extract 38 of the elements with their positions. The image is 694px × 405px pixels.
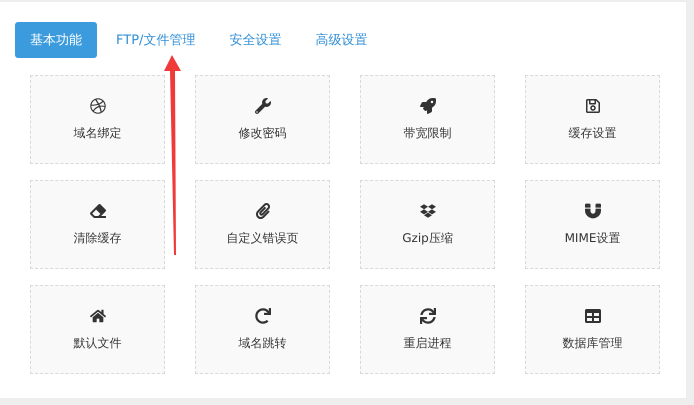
magnet-icon bbox=[584, 202, 600, 218]
function-tile[interactable]: 缓存设置 bbox=[525, 75, 660, 164]
function-tile[interactable]: 域名跳转 bbox=[195, 285, 330, 374]
tile-label: 自定义错误页 bbox=[226, 230, 298, 246]
tile-label: 默认文件 bbox=[74, 334, 122, 352]
function-tile[interactable]: 数据库管理 bbox=[525, 285, 660, 374]
tile-label: 重启进程 bbox=[404, 334, 452, 352]
function-tile[interactable]: 修改密码 bbox=[195, 75, 330, 164]
tile-label: 缓存设置 bbox=[568, 124, 616, 142]
tile-label: 修改密码 bbox=[238, 124, 286, 142]
tile-label: Gzip压缩 bbox=[402, 230, 453, 246]
function-tile[interactable]: 默认文件 bbox=[30, 285, 165, 374]
basketball-icon bbox=[90, 98, 106, 114]
rocket-icon bbox=[420, 98, 436, 114]
function-tile[interactable]: 域名绑定 bbox=[30, 75, 165, 164]
function-tile[interactable]: 自定义错误页 bbox=[195, 180, 330, 269]
tab[interactable]: 安全设置 bbox=[214, 22, 296, 58]
eraser-icon bbox=[90, 202, 106, 218]
function-tile[interactable]: 带宽限制 bbox=[360, 75, 495, 164]
function-tile[interactable]: MIME设置 bbox=[525, 180, 660, 269]
paperclip-icon bbox=[254, 202, 270, 218]
tile-label: 数据库管理 bbox=[562, 334, 622, 352]
table-icon bbox=[584, 308, 600, 324]
tile-label: MIME设置 bbox=[564, 230, 620, 246]
boxes-icon bbox=[420, 202, 436, 218]
tile-label: 带宽限制 bbox=[404, 124, 452, 142]
wrench-icon bbox=[254, 98, 270, 114]
refresh-icon bbox=[420, 308, 436, 324]
tile-label: 域名绑定 bbox=[74, 124, 122, 142]
function-tile[interactable]: 重启进程 bbox=[360, 285, 495, 374]
tab[interactable]: 高级设置 bbox=[300, 22, 382, 58]
tab[interactable]: FTP/文件管理 bbox=[101, 22, 210, 58]
function-tile[interactable]: 清除缓存 bbox=[30, 180, 165, 269]
home-icon bbox=[90, 308, 106, 324]
function-tile[interactable]: Gzip压缩 bbox=[360, 180, 495, 269]
redo-icon bbox=[254, 308, 270, 324]
tile-label: 清除缓存 bbox=[74, 230, 122, 246]
tile-label: 域名跳转 bbox=[238, 334, 286, 352]
